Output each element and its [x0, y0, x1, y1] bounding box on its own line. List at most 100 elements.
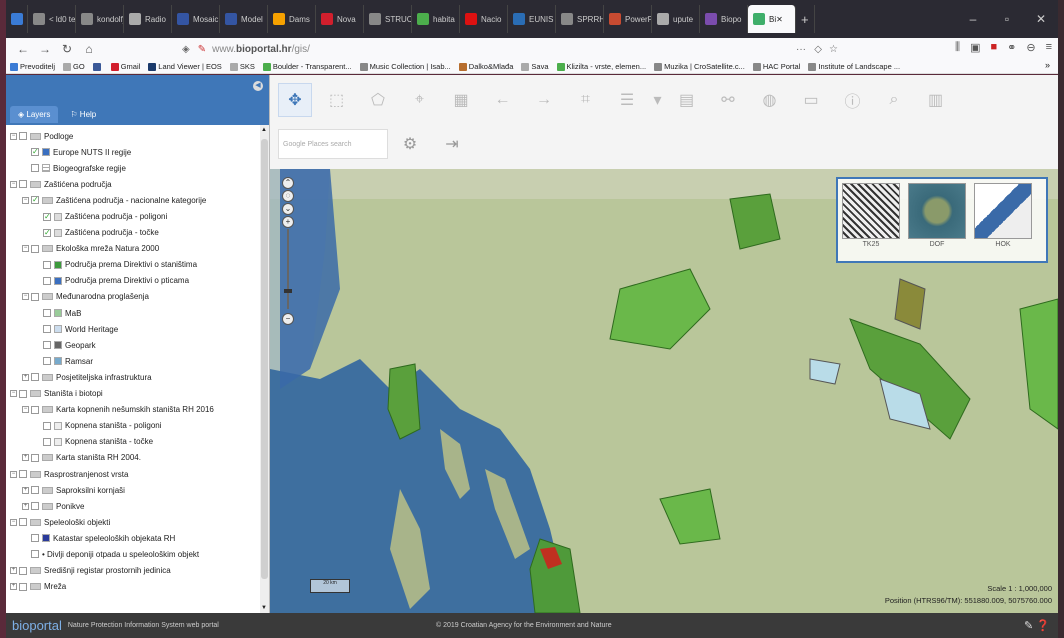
- expand-icon[interactable]: +: [22, 373, 29, 381]
- layer-checkbox[interactable]: [19, 389, 27, 398]
- layer-tree-row[interactable]: + Ponikve: [6, 498, 260, 514]
- browser-tab[interactable]: upute: [652, 5, 700, 33]
- bookmark-item[interactable]: Dalko&Mlađa: [458, 62, 513, 71]
- zoom-slider-knob[interactable]: [284, 289, 292, 293]
- layer-tree-row[interactable]: − Zaštićena područja: [6, 176, 260, 192]
- browser-tab[interactable]: < ld0 teils: [28, 5, 76, 33]
- bookmark-item[interactable]: SKS: [229, 62, 255, 71]
- layer-checkbox[interactable]: [31, 244, 39, 253]
- zoom-slider[interactable]: [284, 229, 292, 309]
- feedback-icon[interactable]: ✎: [1024, 620, 1033, 632]
- layer-checkbox[interactable]: [43, 228, 51, 237]
- layer-checkbox[interactable]: [31, 502, 39, 511]
- expand-icon[interactable]: +: [10, 567, 17, 575]
- layer-tree-row[interactable]: Geopark: [6, 337, 260, 353]
- browser-tab[interactable]: Mosaic: [172, 5, 220, 33]
- layer-tree-row[interactable]: + Saproksilni kornjaši: [6, 482, 260, 498]
- layer-checkbox[interactable]: [31, 486, 39, 495]
- layer-checkbox[interactable]: [31, 164, 39, 173]
- collapse-icon[interactable]: −: [10, 390, 17, 398]
- scrollbar-thumb[interactable]: [261, 139, 268, 579]
- pan-tool-icon[interactable]: ✥: [278, 83, 312, 117]
- expand-icon[interactable]: +: [22, 502, 29, 510]
- select-tool-icon[interactable]: ⬚: [320, 83, 354, 117]
- brand-logo[interactable]: bioportal: [12, 618, 62, 633]
- layer-checkbox[interactable]: [43, 276, 51, 285]
- layer-tree-row[interactable]: • Divlji deponiji otpada u speleološkim …: [6, 546, 260, 562]
- bookmark-item[interactable]: Land Viewer | EOS: [148, 62, 222, 71]
- layer-checkbox[interactable]: [19, 180, 27, 189]
- map-canvas[interactable]: ⌃ ◌ ⌄ + − TK25 DOF HOK 20 km Scale 1 : 1…: [270, 169, 1058, 613]
- layer-checkbox[interactable]: [31, 196, 39, 205]
- basemap-dof[interactable]: DOF: [908, 183, 966, 257]
- layer-tree-row[interactable]: + Posjetiteljska infrastruktura: [6, 369, 260, 385]
- layer-checkbox[interactable]: [31, 373, 39, 382]
- browser-tab[interactable]: STRUCNE: [364, 5, 412, 33]
- back-arrow-icon[interactable]: ←: [486, 83, 520, 117]
- scroll-down-icon[interactable]: ▼: [261, 605, 267, 611]
- layer-tree-row[interactable]: + Središnji registar prostornih jedinica: [6, 563, 260, 579]
- layer-checkbox[interactable]: [31, 534, 39, 543]
- minimize-icon[interactable]: –: [956, 12, 990, 26]
- layer-tree-row[interactable]: Biogeografske regije: [6, 160, 260, 176]
- layer-checkbox[interactable]: [19, 518, 27, 527]
- page-actions-icon[interactable]: ···: [796, 44, 806, 55]
- tab-close-icon[interactable]: ✕: [776, 15, 783, 24]
- layer-tree-row[interactable]: Kopnena staništa - poligoni: [6, 418, 260, 434]
- layer-checkbox[interactable]: [19, 470, 27, 479]
- browser-tab[interactable]: kondolf_5: [76, 5, 124, 33]
- layer-tree-row[interactable]: − Staništa i biotopi: [6, 386, 260, 402]
- bookmark-item[interactable]: Music Collection | Isab...: [359, 62, 451, 71]
- reload-icon[interactable]: ↻: [56, 42, 78, 56]
- layer-tree-row[interactable]: MaB: [6, 305, 260, 321]
- globe-icon[interactable]: ◍: [753, 83, 787, 117]
- collapse-icon[interactable]: −: [22, 245, 29, 253]
- layer-checkbox[interactable]: [31, 453, 39, 462]
- new-tab-button[interactable]: +: [796, 5, 815, 33]
- sidebar-icon[interactable]: ▣: [970, 41, 980, 54]
- layer-tree-row[interactable]: Područja prema Direktivi o staništima: [6, 257, 260, 273]
- layer-tree-row[interactable]: − Karta kopnenih nešumskih staništa RH 20…: [6, 402, 260, 418]
- print-icon[interactable]: ▭: [794, 83, 828, 117]
- layer-checkbox[interactable]: [31, 550, 39, 559]
- layer-tree-row[interactable]: Ramsar: [6, 353, 260, 369]
- scroll-up-icon[interactable]: ▲: [261, 127, 267, 133]
- collapse-icon[interactable]: −: [22, 293, 29, 301]
- export-icon[interactable]: ⇥: [438, 131, 466, 159]
- tab-help[interactable]: ⚐ Help: [62, 106, 104, 123]
- pocket-icon[interactable]: ◇: [814, 44, 822, 55]
- bookmark-item[interactable]: Klizilta - vrste, elemen...: [556, 62, 646, 71]
- layer-tree-row[interactable]: Zaštićena područja - točke: [6, 225, 260, 241]
- document-icon[interactable]: ▤: [670, 83, 704, 117]
- collapse-sidebar-icon[interactable]: ◀: [253, 81, 263, 91]
- layer-checkbox[interactable]: [43, 309, 51, 318]
- measure-area-icon[interactable]: ⬠: [361, 83, 395, 117]
- layer-tree-row[interactable]: − Međunarodna proglašenja: [6, 289, 260, 305]
- help-circle-icon[interactable]: ❓: [1036, 620, 1050, 632]
- layer-checkbox[interactable]: [43, 325, 51, 334]
- collapse-icon[interactable]: −: [10, 470, 17, 478]
- report-icon[interactable]: ▥: [919, 83, 953, 117]
- star-icon[interactable]: ☆: [829, 44, 838, 55]
- layer-tree-row[interactable]: Kopnena staništa - točke: [6, 434, 260, 450]
- collapse-icon[interactable]: −: [10, 180, 17, 188]
- pan-up-icon[interactable]: ⌃: [282, 177, 294, 189]
- layer-tree-row[interactable]: − Podloge: [6, 128, 260, 144]
- account-icon[interactable]: ⊖: [1026, 41, 1035, 54]
- close-icon[interactable]: ✕: [1024, 12, 1058, 26]
- restore-icon[interactable]: ▫: [990, 12, 1024, 26]
- expand-icon[interactable]: +: [22, 486, 29, 494]
- menu-icon[interactable]: ≡: [1046, 41, 1052, 54]
- layer-tree-row[interactable]: + Mreža: [6, 579, 260, 595]
- extension-icon[interactable]: ⚭: [1007, 41, 1016, 54]
- home-icon[interactable]: ⌂: [78, 42, 100, 56]
- layer-tree-row[interactable]: Europe NUTS II regije: [6, 144, 260, 160]
- layer-checkbox[interactable]: [19, 132, 27, 141]
- layer-tree-row[interactable]: − Ekološka mreža Natura 2000: [6, 241, 260, 257]
- browser-tab[interactable]: Biopo: [700, 5, 748, 33]
- collapse-icon[interactable]: −: [22, 406, 29, 414]
- forward-icon[interactable]: →: [34, 42, 56, 56]
- layer-checkbox[interactable]: [43, 212, 51, 221]
- bookmark-item[interactable]: GO: [63, 62, 85, 71]
- bookmarks-overflow-icon[interactable]: »: [1045, 60, 1050, 70]
